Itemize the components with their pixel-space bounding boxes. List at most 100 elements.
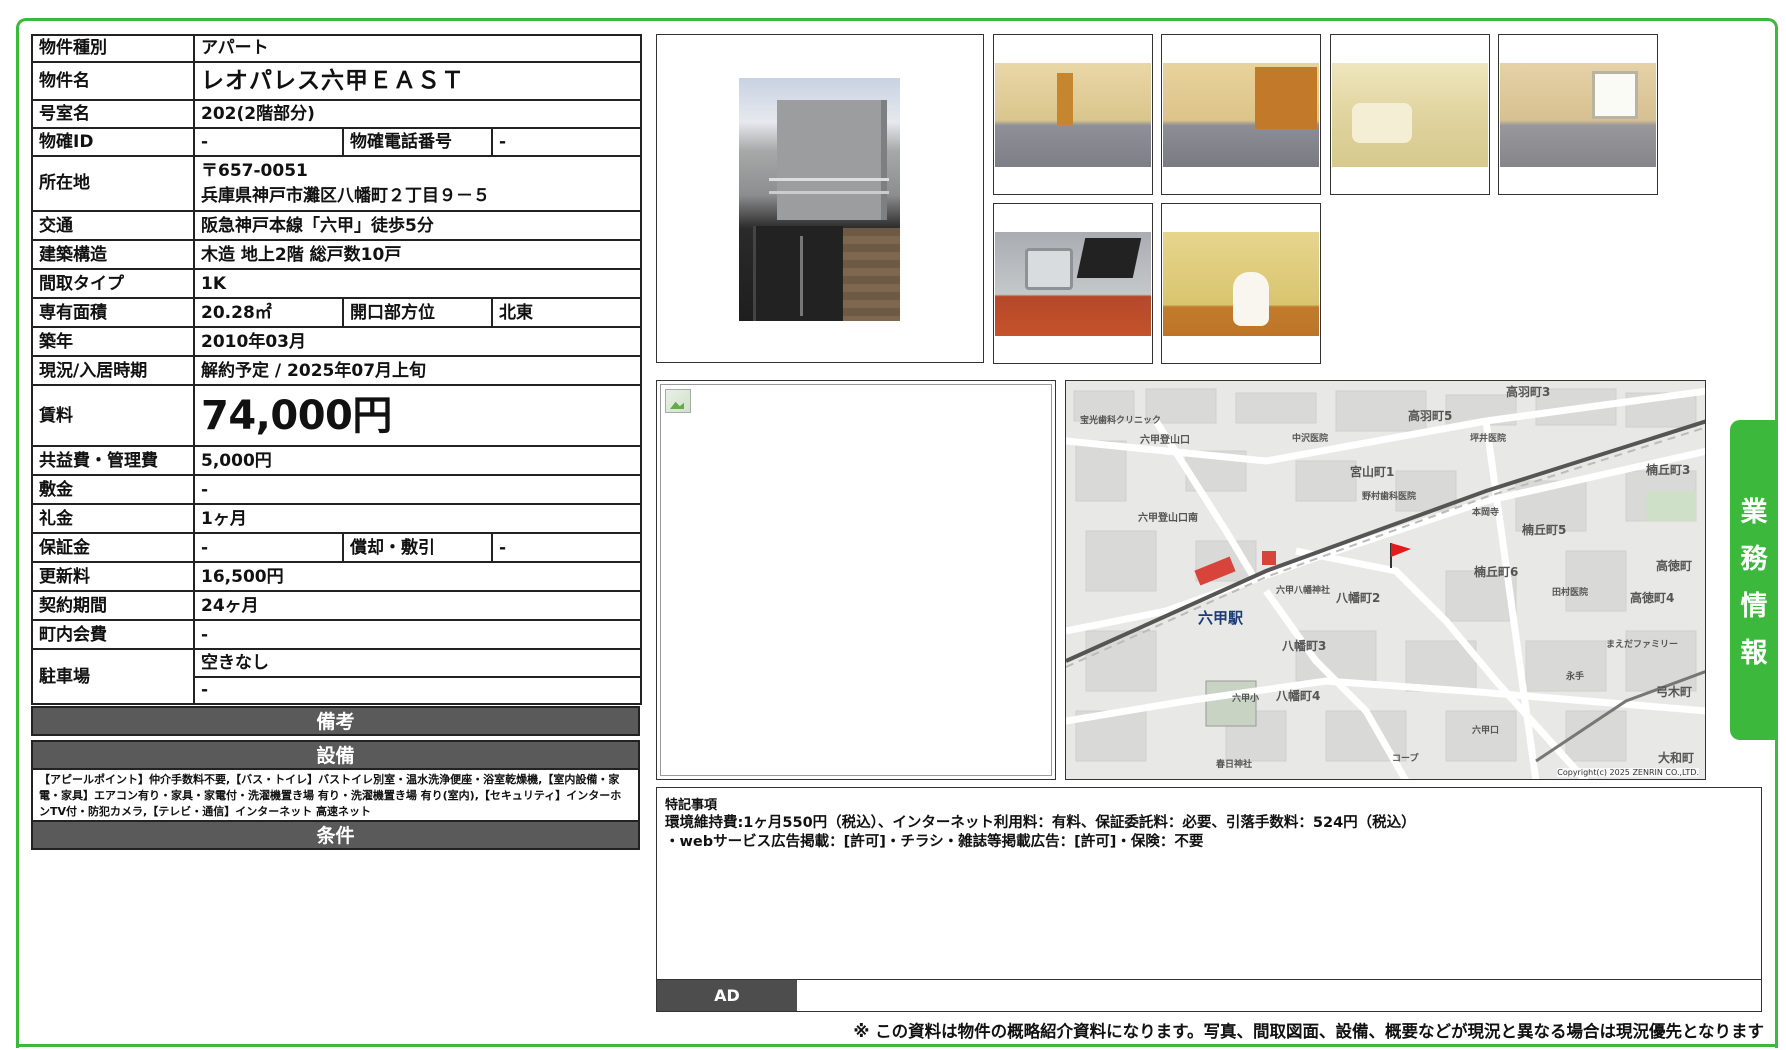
fee-value: 5,000円 xyxy=(192,445,643,477)
room-label: 号室名 xyxy=(31,99,195,129)
side-tab-char: 情 xyxy=(1740,591,1768,622)
rent-label: 賃料 xyxy=(31,384,195,448)
special-notes-box: 特記事項 環境維持費:1ヶ月550円（税込）、インターネット利用料：有料、保証委… xyxy=(656,787,1762,980)
map-label: 坪井医院 xyxy=(1470,434,1507,444)
map-label: 大和町 xyxy=(1658,751,1695,765)
contract-value: 24ヶ月 xyxy=(192,590,643,622)
room-photo-thumb[interactable] xyxy=(993,34,1153,195)
guarantee-label: 保証金 xyxy=(31,532,195,564)
type-label: 物件種別 xyxy=(31,34,195,63)
room-image xyxy=(995,63,1151,167)
id-value: - xyxy=(193,127,344,157)
room-window-photo-thumb[interactable] xyxy=(1498,34,1658,195)
map-label: 六甲小 xyxy=(1232,694,1260,704)
deposit-label: 敷金 xyxy=(31,474,195,506)
contract-label: 契約期間 xyxy=(31,590,195,622)
business-info-tab[interactable]: 業 務 情 報 xyxy=(1730,420,1778,740)
layout-label: 間取タイプ xyxy=(31,268,195,300)
window-image xyxy=(1500,63,1656,167)
map-label: 宝光歯科クリニック xyxy=(1080,416,1162,426)
address-label: 所在地 xyxy=(31,154,195,213)
map-label: 六甲口 xyxy=(1472,726,1500,736)
property-table: 物件種別 アパート 物件名 レオパレス六甲ＥＡＳＴ 号室名 202(2階部分) … xyxy=(31,34,643,706)
key-money-value: 1ヶ月 xyxy=(192,503,643,535)
built-label: 築年 xyxy=(31,326,195,358)
map-label: 宮山町1 xyxy=(1350,465,1395,479)
disclaimer-text: ※ この資料は物件の概略紹介資料になります。写真、間取図面、設備、概要などが現況… xyxy=(853,1022,1764,1041)
key-money-label: 礼金 xyxy=(31,503,195,535)
notes-line-1: 環境維持費:1ヶ月550円（税込）、インターネット利用料：有料、保証委託料：必要… xyxy=(665,815,1416,831)
type-value: アパート xyxy=(192,34,643,63)
address-zip: 〒657-0051 xyxy=(201,161,308,181)
parking-sub-value: - xyxy=(196,676,640,702)
community-label: 町内会費 xyxy=(31,619,195,651)
transport-label: 交通 xyxy=(31,210,195,242)
amortization-value: - xyxy=(490,532,643,564)
map-label: 楠丘町3 xyxy=(1646,463,1691,477)
map-label: 野村歯科医院 xyxy=(1362,492,1417,502)
kitchen-image xyxy=(995,232,1151,336)
map-label: 中沢医院 xyxy=(1292,434,1329,444)
toilet-photo-thumb[interactable] xyxy=(1161,203,1321,364)
location-map[interactable]: 六甲駅 高羽町5 宮山町1 楠丘町3 楠丘町5 楠丘町6 八幡町2 八幡町3 八… xyxy=(1065,380,1706,780)
renewal-label: 更新料 xyxy=(31,561,195,593)
map-label: 楠丘町5 xyxy=(1522,523,1567,537)
amortization-label: 償却・敷引 xyxy=(342,532,493,564)
status-value: 解約予定 / 2025年07月上旬 xyxy=(192,355,643,387)
map-label: 永手 xyxy=(1566,672,1585,682)
map-label: 田村医院 xyxy=(1552,588,1589,598)
toilet-image xyxy=(1163,232,1319,336)
map-label: まえだファミリー xyxy=(1606,640,1679,650)
built-value: 2010年03月 xyxy=(192,326,643,358)
community-value: - xyxy=(192,619,643,651)
phone-value: - xyxy=(490,127,643,157)
kitchen-photo-thumb[interactable] xyxy=(993,203,1153,364)
side-tab-char: 業 xyxy=(1740,497,1768,528)
parking-label: 駐車場 xyxy=(31,648,195,706)
transport-value: 阪急神戸本線「六甲」徒歩5分 xyxy=(192,210,643,242)
area-value: 20.28㎡ xyxy=(193,297,344,329)
side-tab-char: 務 xyxy=(1740,544,1768,575)
area-label: 専有面積 xyxy=(31,297,195,329)
map-label: 弓木町 xyxy=(1656,685,1693,699)
map-label: 六甲登山口 xyxy=(1140,435,1190,446)
page-frame-bottom xyxy=(16,1044,1778,1047)
ad-row: AD xyxy=(656,979,1762,1012)
broken-image-icon xyxy=(665,389,691,413)
room-value: 202(2階部分) xyxy=(192,99,643,129)
phone-label: 物確電話番号 xyxy=(342,127,493,157)
map-copyright: Copyright(c) 2025 ZENRIN CO.,LTD. xyxy=(1557,768,1699,777)
side-tab-char: 報 xyxy=(1740,638,1768,669)
map-label: 高徳町 xyxy=(1656,559,1693,573)
address-value: 兵庫県神戸市灘区八幡町２丁目９－５ xyxy=(201,185,490,206)
facilities-header: 設備 xyxy=(31,740,640,770)
fee-label: 共益費・管理費 xyxy=(31,445,195,477)
main-exterior-photo[interactable] xyxy=(656,34,984,363)
map-label: 八幡町2 xyxy=(1336,591,1381,605)
bath-image xyxy=(1332,63,1488,167)
deposit-value: - xyxy=(192,474,643,506)
structure-value: 木造 地上2階 総戸数10戸 xyxy=(192,239,643,271)
direction-label: 開口部方位 xyxy=(342,297,493,329)
map-label: 六甲八幡神社 xyxy=(1276,586,1331,596)
room-closet-photo-thumb[interactable] xyxy=(1161,34,1321,195)
address-cell: 〒657-0051 兵庫県神戸市灘区八幡町２丁目９－５ xyxy=(192,154,643,213)
map-label: コープ xyxy=(1392,754,1419,764)
layout-value: 1K xyxy=(192,268,643,300)
structure-label: 建築構造 xyxy=(31,239,195,271)
facilities-text: 【アピールポイント】仲介手数料不要,【バス・トイレ】バストイレ別室・温水洗浄便座… xyxy=(31,770,640,820)
map-label-station: 六甲駅 xyxy=(1198,609,1244,627)
guarantee-value: - xyxy=(193,532,344,564)
map-label: 高徳町4 xyxy=(1630,591,1675,605)
floor-plan-box xyxy=(656,380,1056,780)
notes-line-2: ・webサービス広告掲載：[許可]・チラシ・雑誌等掲載広告：[許可]・保険：不要 xyxy=(665,834,1204,850)
property-name: レオパレス六甲ＥＡＳＴ xyxy=(192,61,643,101)
bath-photo-thumb[interactable] xyxy=(1330,34,1490,195)
conditions-header: 条件 xyxy=(31,820,640,850)
id-label: 物確ID xyxy=(31,127,195,157)
remarks-header: 備考 xyxy=(31,706,640,736)
name-label: 物件名 xyxy=(31,61,195,101)
map-label: 高羽町3 xyxy=(1506,385,1551,399)
map-label: 八幡町4 xyxy=(1276,689,1321,703)
floor-plan-frame xyxy=(660,384,1052,776)
